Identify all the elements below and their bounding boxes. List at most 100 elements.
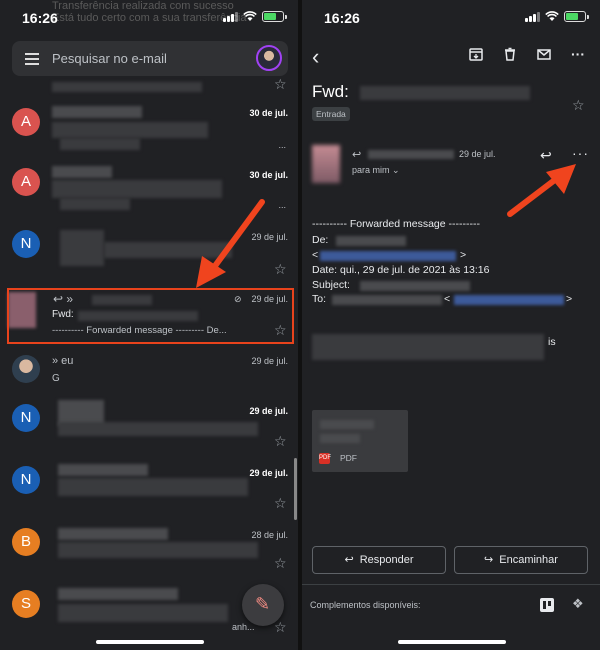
pencil-icon: ✎ [255,594,271,614]
avatar-letter: N [20,235,32,252]
search-input[interactable]: Pesquisar no e-mail [52,51,167,66]
reply-label: Responder [359,554,414,566]
blurred-link[interactable] [320,251,456,261]
from-label: De: [312,234,329,246]
date-line: Date: qui., 29 de jul. de 2021 às 13:16 [312,264,490,276]
blurred-subject [58,422,258,436]
email-date: 30 de jul. [249,170,288,180]
attachment-card[interactable]: PDF PDF [312,410,408,472]
from-email-bracket-close: > [460,249,467,261]
more-icon[interactable]: ··· [570,46,586,62]
email-date: 29 de jul. [249,468,288,478]
trello-icon[interactable] [540,598,554,612]
status-icons [525,11,589,22]
addons-label: Complementos disponíveis: [310,600,421,610]
reply-icon: ↩ [344,554,354,566]
avatar-letter: N [20,409,32,426]
blurred-sender [52,106,142,118]
blurred-sender [368,150,454,159]
sender-avatar: N [12,466,40,494]
sender-avatar-blurred [312,145,340,183]
sender-avatar: B [12,528,40,556]
label-chip[interactable]: Entrada [312,107,350,121]
status-time: 16:26 [22,10,58,26]
wifi-icon [243,11,257,21]
attachment-type: PDF [340,453,357,463]
blurred-sender [60,230,104,266]
screenshot-stage: Transferência realizada com sucesso Está… [0,0,600,650]
recipient-dropdown[interactable]: para mim ⌄ [352,165,400,176]
annotation-arrow [196,199,265,288]
recipient-label: para mim [352,165,390,175]
wifi-icon [545,11,559,21]
annotation-arrow [507,164,576,217]
status-bar: 16:26 [302,0,600,34]
email-date: 29 de jul. [251,356,288,366]
avatar-letter: A [20,173,31,190]
dropbox-icon[interactable]: ❖ [572,596,584,612]
blurred-snippet [60,198,130,210]
body-tail: is [548,336,556,348]
blurred-body [312,334,544,360]
search-bar[interactable]: Pesquisar no e-mail [12,41,288,76]
blurred-subject [58,604,228,622]
star-icon[interactable]: ☆ [274,556,288,570]
delete-icon[interactable] [502,46,518,62]
star-icon[interactable]: ☆ [274,496,288,510]
blurred-subject-line [360,281,470,291]
signal-icon [525,11,540,22]
blurred-sender [52,166,112,178]
home-indicator [96,640,204,644]
sender-avatar: A [12,108,40,136]
blurred-link[interactable] [454,295,564,305]
scrollbar[interactable] [294,458,297,520]
avatar-letter: A [20,113,31,130]
email-row[interactable]: 30 de jul. ... [0,100,298,160]
avatar-letter: N [20,471,32,488]
footer-divider [302,584,600,585]
signal-icon [223,11,238,22]
inbox-pane: Transferência realizada com sucesso Está… [0,0,298,650]
to-email-bracket-close: > [566,293,573,305]
snippet-tail: ... [278,200,286,210]
archive-icon[interactable] [468,46,484,62]
blurred-filename [320,420,374,429]
sender-avatar: A [12,168,40,196]
star-icon[interactable]: ☆ [572,98,586,112]
email-subject: Fwd: [312,82,349,101]
more-icon[interactable]: ··· [572,145,589,161]
avatar-letter: S [20,595,31,612]
star-icon[interactable]: ☆ [274,620,288,634]
blurred-sender [58,464,148,476]
snippet-tail: anh... [232,622,255,632]
from-email-bracket: < [312,249,319,261]
blurred-subject [52,122,208,138]
back-icon[interactable]: ‹ [312,44,319,70]
blurred-snippet [60,138,140,150]
star-icon[interactable]: ☆ [274,262,288,276]
email-detail-pane: 16:26 ‹ ··· Fwd: ☆ Entrada ↩ 29 de jul. … [302,0,600,650]
forward-icon: ↪ [484,554,494,566]
highlight-box [7,288,294,344]
status-bar: 16:26 [0,0,298,34]
forward-label: Encaminhar [499,554,558,566]
compose-button[interactable]: ✎ [242,584,284,626]
account-avatar[interactable] [256,45,282,71]
star-icon[interactable]: ☆ [274,434,288,448]
blurred-subject [58,478,248,496]
mail-icon[interactable] [536,46,552,62]
menu-icon[interactable] [25,53,39,65]
blurred-snippet [52,82,202,92]
avatar-letter: B [20,533,31,550]
sender-avatar: N [12,404,40,432]
email-date: 29 de jul. [249,406,288,416]
eu-sender: » eu [52,355,74,367]
star-icon[interactable]: ☆ [274,77,288,91]
reply-button[interactable]: ↩ Responder [312,546,446,574]
home-indicator [398,640,506,644]
status-time: 16:26 [324,10,360,26]
to-label: To: [312,293,327,305]
forward-button[interactable]: ↪ Encaminhar [454,546,588,574]
pdf-icon: PDF [319,453,331,464]
eu-snippet: G [52,373,60,384]
